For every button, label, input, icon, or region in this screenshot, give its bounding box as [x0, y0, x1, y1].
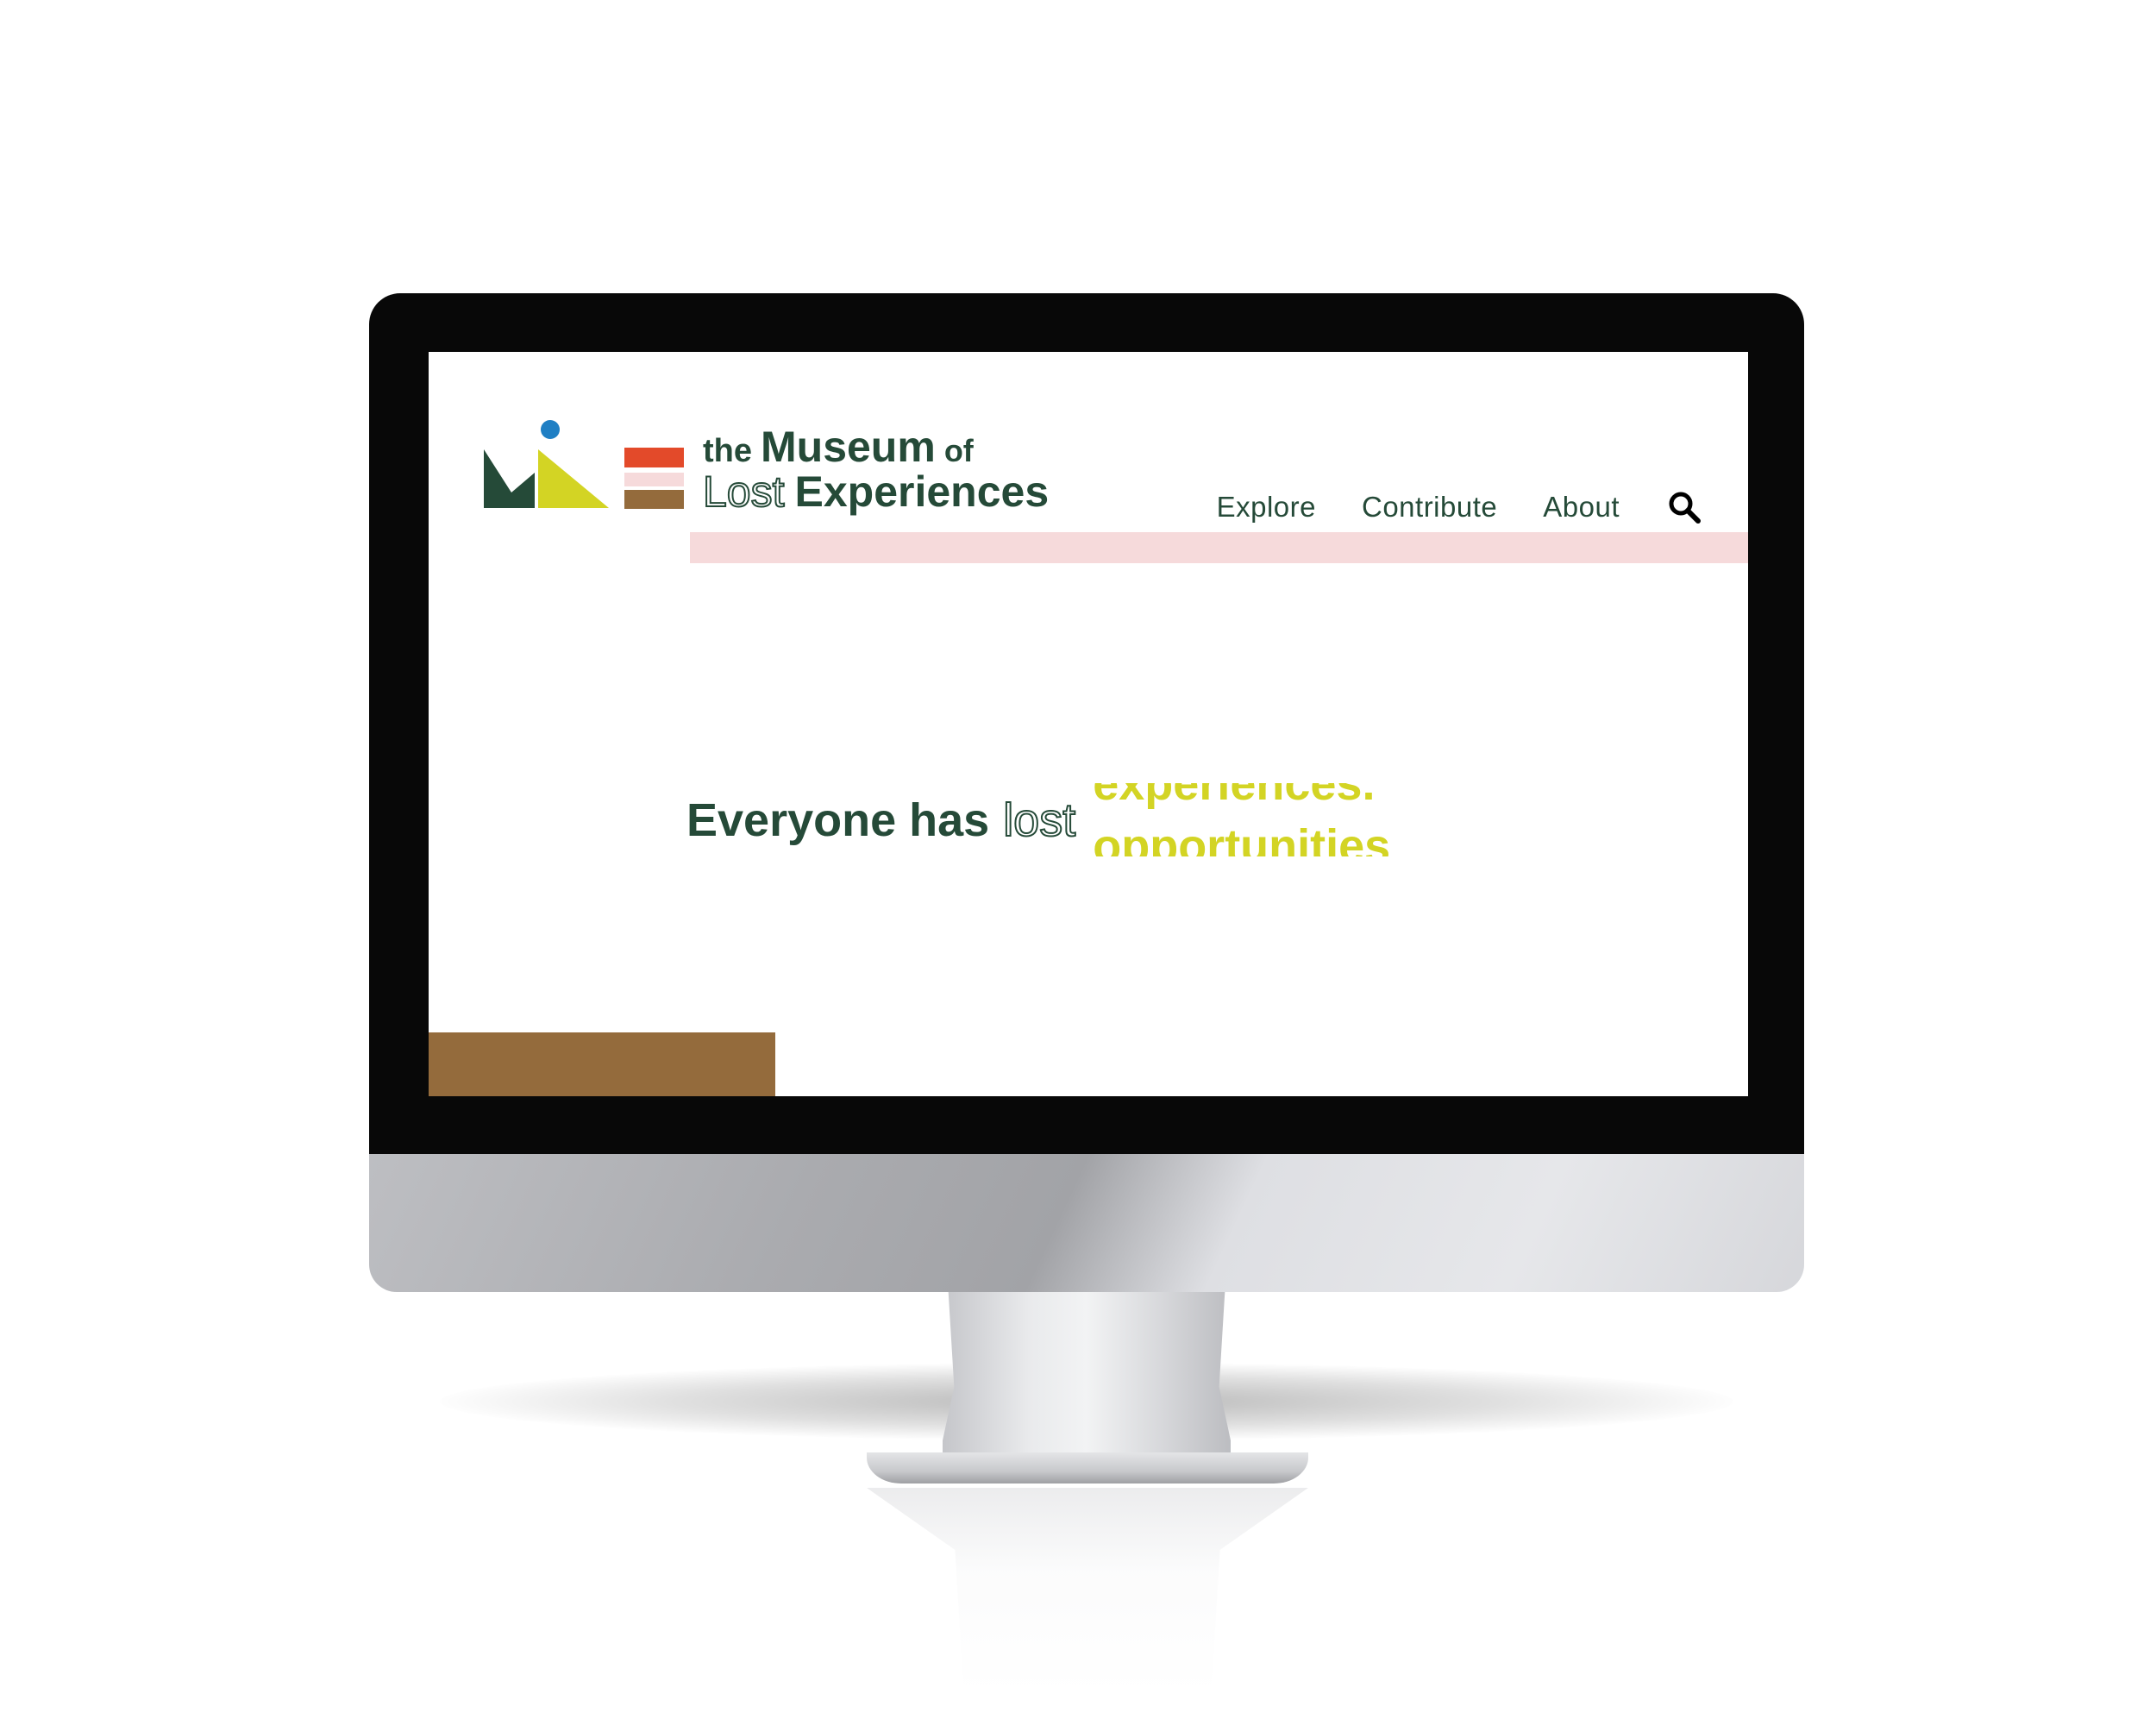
rotating-word-2: opportunities: [1093, 820, 1391, 856]
nav-item-about[interactable]: About: [1543, 491, 1620, 524]
headline-lost: lost: [1002, 794, 1076, 847]
wordmark-the: the: [703, 433, 752, 469]
wordmark-lost: Lost: [702, 467, 786, 516]
monitor-base: [867, 1452, 1308, 1484]
header-accent-bar: [690, 532, 1748, 563]
search-icon: [1669, 492, 1701, 524]
headline-prefix: Everyone has: [686, 794, 990, 846]
logo-mark-icon: [484, 420, 684, 509]
headline-rotator: experiences. opportunities: [1093, 783, 1455, 856]
nav-item-explore[interactable]: Explore: [1217, 491, 1316, 524]
main-nav: Explore Contribute About: [1217, 488, 1703, 526]
hero-headline: Everyone has lost experiences. opportuni…: [686, 783, 1455, 856]
nav-item-contribute[interactable]: Contribute: [1362, 491, 1497, 524]
rotating-word-1: experiences.: [1093, 783, 1376, 810]
wordmark-of: of: [943, 433, 974, 468]
site-wordmark: the Museum of Lost Experiences: [702, 423, 1100, 516]
monitor-stand: [943, 1292, 1231, 1465]
wordmark-museum: Museum: [761, 423, 936, 471]
search-button[interactable]: [1665, 488, 1703, 526]
decorative-brown-block: [429, 1032, 775, 1096]
wordmark-experiences: Experiences: [794, 467, 1050, 516]
browser-screen: the Museum of Lost Experiences Explore C…: [429, 352, 1748, 1096]
monitor-chin: [369, 1154, 1804, 1292]
stand-reflection: [867, 1488, 1308, 1695]
